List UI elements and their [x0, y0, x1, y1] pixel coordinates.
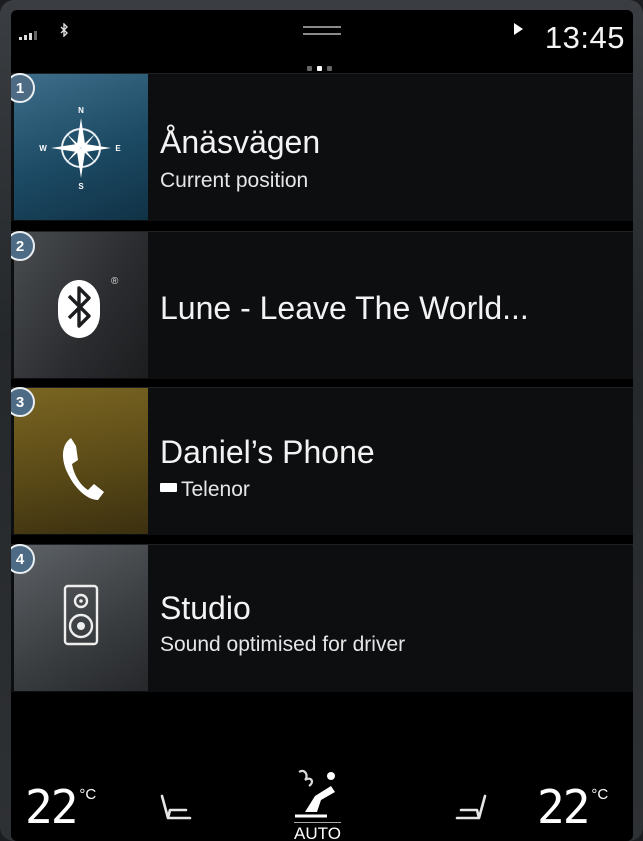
- bluetooth-icon: ®: [58, 276, 119, 338]
- bluetooth-icon: [59, 22, 69, 41]
- tile-media[interactable]: ® Lune - Leave The World...: [11, 231, 633, 379]
- tile-title: Daniel’s Phone: [160, 434, 375, 470]
- navigation-arrow-icon: [514, 23, 523, 35]
- svg-text:N: N: [78, 106, 84, 115]
- climate-bar: 22 °C AUTO 22 °C: [11, 762, 633, 841]
- tile-title: Ånäsvägen: [160, 124, 321, 160]
- tile-subtitle: Sound optimised for driver: [160, 633, 406, 656]
- clock: 13:45: [544, 20, 625, 55]
- tile-audio[interactable]: Studio Sound optimised for driver: [11, 544, 633, 692]
- driver-temperature[interactable]: 22 °C: [25, 780, 96, 834]
- svg-text:S: S: [78, 182, 84, 191]
- passenger-temp-value: 22: [537, 780, 590, 834]
- media-info[interactable]: Lune - Leave The World...: [160, 232, 633, 378]
- svg-text:E: E: [115, 144, 121, 153]
- phone-info[interactable]: Daniel’s Phone Telenor: [160, 388, 633, 534]
- tile-title: Lune - Leave The World...: [160, 290, 529, 326]
- phone-thumbnail[interactable]: [14, 388, 148, 534]
- compass-icon: N S E W: [39, 106, 121, 191]
- center-display: 13:45 N S E W Ånäsvägen Current position…: [11, 10, 633, 841]
- status-bar: 13:45: [11, 10, 633, 66]
- driver-seat-heat-icon[interactable]: [156, 788, 196, 828]
- page-dot: [307, 66, 312, 71]
- carrier-name: Telenor: [181, 478, 250, 501]
- page-dot: [327, 66, 332, 71]
- phone-handset-icon: [62, 438, 104, 500]
- climate-airflow-icon: [295, 769, 335, 818]
- navigation-info[interactable]: Ånäsvägen Current position: [160, 74, 633, 220]
- media-thumbnail[interactable]: ®: [14, 232, 148, 378]
- climate-auto-button[interactable]: AUTO: [287, 766, 357, 841]
- audio-thumbnail[interactable]: [14, 545, 148, 691]
- svg-text:®: ®: [111, 276, 119, 287]
- speaker-icon: [63, 584, 99, 646]
- tile-phone[interactable]: Daniel’s Phone Telenor: [11, 387, 633, 535]
- signal-bars-icon: [19, 30, 37, 40]
- tile-navigation[interactable]: N S E W Ånäsvägen Current position: [11, 73, 633, 221]
- passenger-seat-heat-icon[interactable]: [451, 788, 491, 828]
- drag-down-handle[interactable]: [303, 26, 341, 35]
- svg-text:W: W: [39, 144, 47, 153]
- tile-subtitle: Current position: [160, 169, 309, 192]
- carrier-row: Telenor: [160, 478, 250, 502]
- tile-title: Studio: [160, 590, 251, 626]
- temp-unit: °C: [79, 786, 97, 803]
- battery-icon: [160, 483, 177, 492]
- passenger-temperature[interactable]: 22 °C: [537, 780, 608, 834]
- auto-label: AUTO: [294, 822, 341, 841]
- driver-temp-value: 22: [25, 780, 78, 834]
- navigation-thumbnail[interactable]: N S E W: [14, 74, 148, 220]
- page-dot-active: [317, 66, 322, 71]
- page-indicator: [307, 66, 332, 71]
- temp-unit: °C: [591, 786, 609, 803]
- audio-info[interactable]: Studio Sound optimised for driver: [160, 545, 633, 691]
